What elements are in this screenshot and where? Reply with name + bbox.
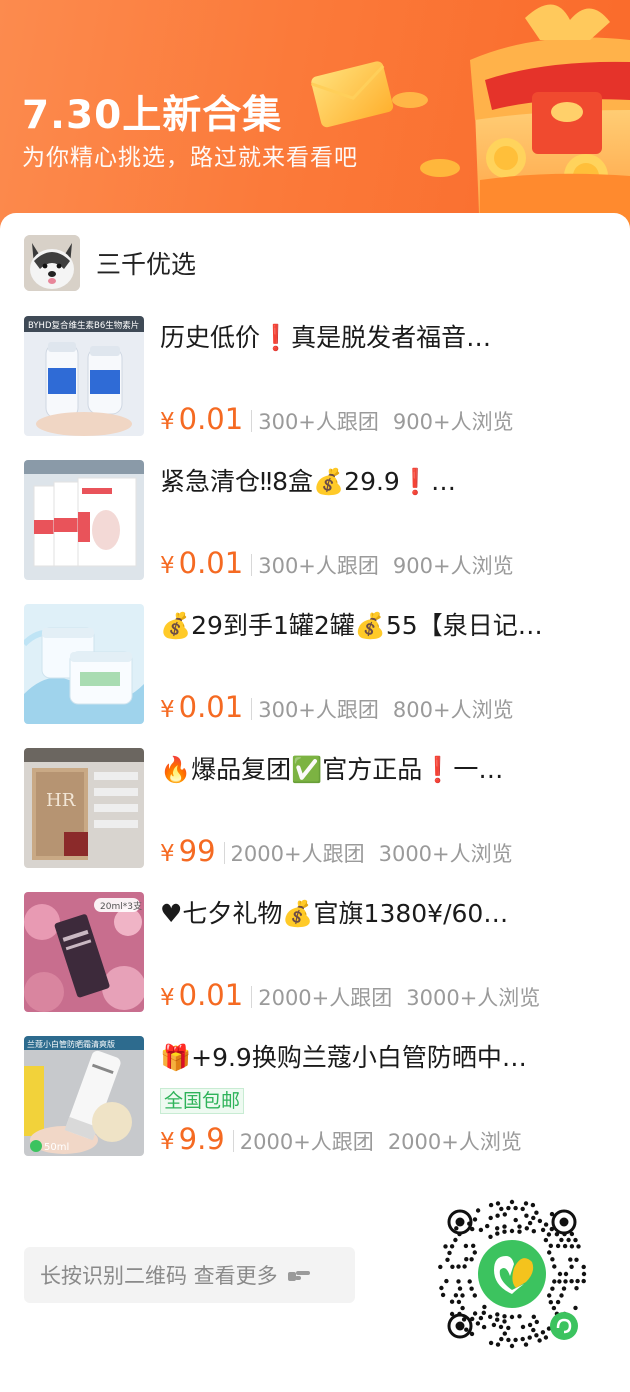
shop-header[interactable]: 三千优选 xyxy=(24,235,196,291)
product-price: ¥0.01 xyxy=(160,978,243,1012)
group-count: 2000+人跟团 xyxy=(239,1130,374,1154)
view-count: 800+人浏览 xyxy=(392,698,514,722)
product-title: 🎁+9.9换购兰蔻小白管防晒中… xyxy=(160,1043,527,1072)
product-meta: ¥9.9 2000+人跟团 2000+人浏览 xyxy=(160,1122,522,1156)
currency-symbol: ¥ xyxy=(160,553,175,579)
product-meta: ¥0.01 300+人跟团 900+人浏览 xyxy=(160,402,514,436)
product-item[interactable]: 20ml*3支 ♥七夕礼物💰官旗1380¥/60… ¥0.01 2000+人跟团… xyxy=(24,892,614,1012)
currency-symbol: ¥ xyxy=(160,985,175,1011)
product-price: ¥99 xyxy=(160,834,216,868)
currency-symbol: ¥ xyxy=(160,697,175,723)
divider xyxy=(232,1130,234,1152)
view-count: 900+人浏览 xyxy=(392,554,514,578)
view-count: 3000+人浏览 xyxy=(406,986,541,1010)
group-count: 2000+人跟团 xyxy=(258,986,393,1010)
price-value: 0.01 xyxy=(178,546,244,580)
header-banner: 7.30上新合集 为你精心挑选，路过就来看看吧 xyxy=(0,0,630,240)
view-count: 3000+人浏览 xyxy=(378,842,513,866)
product-price: ¥9.9 xyxy=(160,1122,225,1156)
product-item[interactable]: BYHD复合维生素B6生物素片 历史低价❗真是脱发者福音… ¥0.01 300+… xyxy=(24,316,614,436)
shipping-tag: 全国包邮 xyxy=(160,1088,245,1114)
product-price: ¥0.01 xyxy=(160,690,243,724)
scan-more-button[interactable]: 长按识别二维码 查看更多 xyxy=(24,1247,355,1303)
divider xyxy=(223,842,225,864)
divider xyxy=(251,986,253,1008)
mini-program-logo-icon xyxy=(478,1240,546,1308)
gift-box-illustration xyxy=(310,4,630,240)
pointing-hand-icon xyxy=(287,1271,310,1281)
product-item[interactable]: 💰29到手1罐2罐💰55【泉日记… ¥0.01 300+人跟团 800+人浏览 xyxy=(24,604,614,724)
cream-jars-image xyxy=(24,604,144,724)
price-value: 99 xyxy=(178,834,216,868)
product-meta: ¥0.01 2000+人跟团 3000+人浏览 xyxy=(160,978,540,1012)
product-price: ¥0.01 xyxy=(160,402,243,436)
product-thumbnail[interactable] xyxy=(24,604,144,724)
mini-program-badge-icon xyxy=(550,1312,578,1340)
divider xyxy=(251,554,253,576)
group-count: 300+人跟团 xyxy=(258,410,379,434)
product-meta: ¥99 2000+人跟团 3000+人浏览 xyxy=(160,834,513,868)
thumb-badge: 50ml xyxy=(44,1142,69,1153)
product-thumbnail[interactable]: 20ml*3支 xyxy=(24,892,144,1012)
pink-boxes-image xyxy=(24,460,144,580)
product-item[interactable]: HR 🔥爆品复团✅官方正品❗一… ¥99 2000+人跟团 3000+人浏览 xyxy=(24,748,614,868)
product-thumbnail[interactable]: BYHD复合维生素B6生物素片 xyxy=(24,316,144,436)
product-item[interactable]: 兰蔻小白管防晒霜清爽版 50ml 🎁+9.9换购兰蔻小白管防晒中… 全国包邮 ¥… xyxy=(24,1036,614,1156)
face-mask-pack-image: HR xyxy=(24,748,144,868)
product-meta: ¥0.01 300+人跟团 900+人浏览 xyxy=(160,546,514,580)
product-meta: ¥0.01 300+人跟团 800+人浏览 xyxy=(160,690,514,724)
product-title: ♥七夕礼物💰官旗1380¥/60… xyxy=(160,899,509,928)
sunscreen-tube-image: 兰蔻小白管防晒霜清爽版 50ml xyxy=(24,1036,144,1156)
product-price: ¥0.01 xyxy=(160,546,243,580)
scan-more-label: 长按识别二维码 查看更多 xyxy=(40,1264,278,1288)
price-value: 0.01 xyxy=(178,978,244,1012)
thumb-label: 兰蔻小白管防晒霜清爽版 xyxy=(27,1039,115,1049)
product-item[interactable]: 紧急清仓‼8盒💰29.9❗… ¥0.01 300+人跟团 900+人浏览 xyxy=(24,460,614,580)
product-title: 💰29到手1罐2罐💰55【泉日记… xyxy=(160,611,543,640)
currency-symbol: ¥ xyxy=(160,1129,175,1155)
supplement-bottles-image: BYHD复合维生素B6生物素片 xyxy=(24,316,144,436)
thumb-label: BYHD复合维生素B6生物素片 xyxy=(28,320,139,331)
currency-symbol: ¥ xyxy=(160,841,175,867)
perfume-flowers-image: 20ml*3支 xyxy=(24,892,144,1012)
currency-symbol: ¥ xyxy=(160,409,175,435)
product-thumbnail[interactable] xyxy=(24,460,144,580)
mini-program-qr-code[interactable] xyxy=(428,1190,596,1358)
product-title: 🔥爆品复团✅官方正品❗一… xyxy=(160,755,504,784)
dog-avatar-icon xyxy=(24,235,80,291)
group-count: 300+人跟团 xyxy=(258,554,379,578)
view-count: 900+人浏览 xyxy=(392,410,514,434)
product-thumbnail[interactable]: HR xyxy=(24,748,144,868)
price-value: 9.9 xyxy=(178,1122,225,1156)
divider xyxy=(251,698,253,720)
product-title: 历史低价❗真是脱发者福音… xyxy=(160,323,492,352)
group-count: 2000+人跟团 xyxy=(230,842,365,866)
price-value: 0.01 xyxy=(178,402,244,436)
product-title: 紧急清仓‼8盒💰29.9❗… xyxy=(160,467,456,496)
banner-title: 7.30上新合集 xyxy=(22,93,283,138)
group-count: 300+人跟团 xyxy=(258,698,379,722)
divider xyxy=(251,410,253,432)
thumb-label: HR xyxy=(46,790,76,811)
price-value: 0.01 xyxy=(178,690,244,724)
shop-name: 三千优选 xyxy=(96,250,197,279)
view-count: 2000+人浏览 xyxy=(387,1130,522,1154)
product-thumbnail[interactable]: 兰蔻小白管防晒霜清爽版 50ml xyxy=(24,1036,144,1156)
thumb-label: 20ml*3支 xyxy=(100,900,142,912)
avatar[interactable] xyxy=(24,235,80,291)
